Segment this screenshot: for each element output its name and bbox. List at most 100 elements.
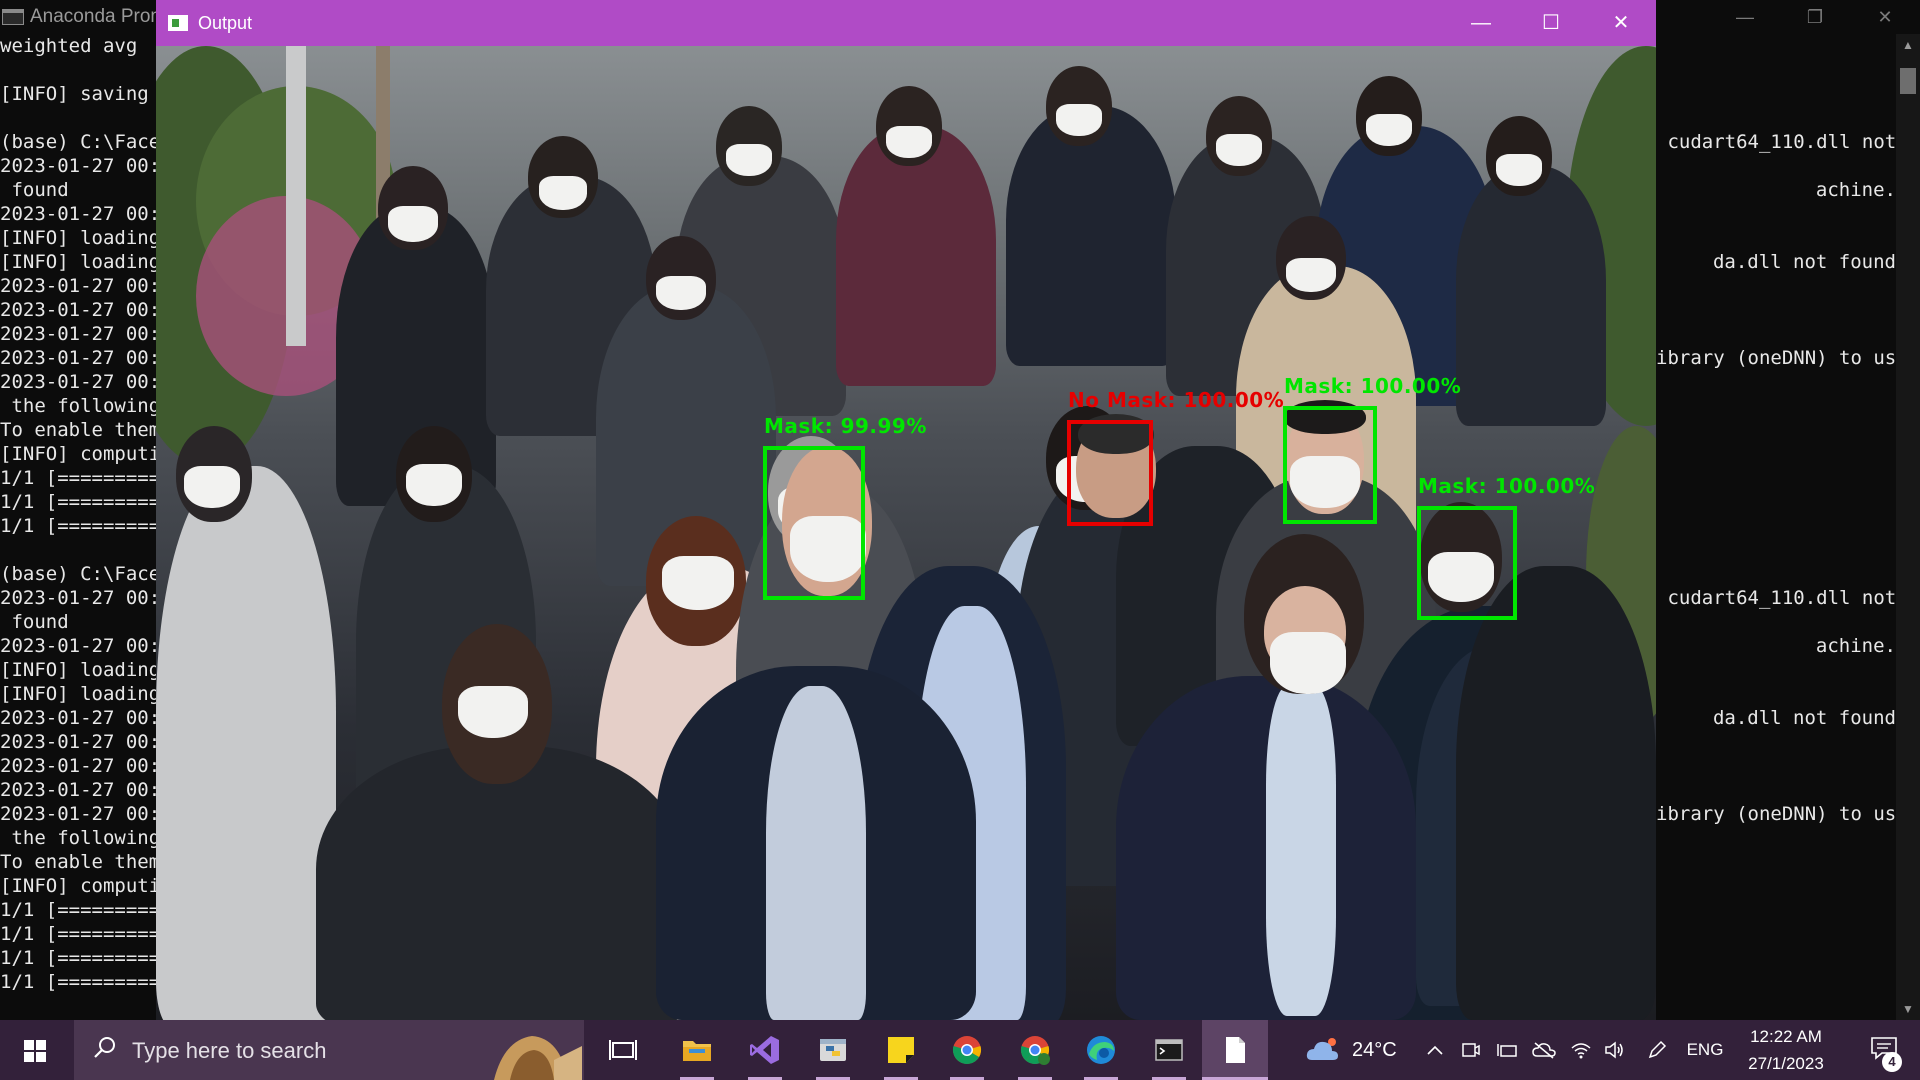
console-restore-button[interactable]: ❐ bbox=[1780, 0, 1850, 34]
output-title: Output bbox=[198, 13, 253, 33]
usb-device-icon bbox=[1497, 1044, 1517, 1057]
camera-icon bbox=[1462, 1043, 1480, 1057]
console-line: 2023-01-27 00: bbox=[0, 275, 156, 297]
folder-icon bbox=[683, 1041, 711, 1061]
detection-box-1 bbox=[763, 446, 865, 600]
console-line: 2023-01-27 00: bbox=[0, 299, 156, 321]
tray-meet-now-button[interactable] bbox=[1456, 1020, 1486, 1080]
taskbar-clock[interactable]: 12:22 AM 27/1/2023 bbox=[1730, 1020, 1842, 1080]
detection-label-4: Mask: 100.00% bbox=[1418, 474, 1596, 498]
tray-pen-button[interactable] bbox=[1642, 1020, 1672, 1080]
console-minimize-button[interactable]: — bbox=[1710, 0, 1780, 34]
console-line: [INFO] computi bbox=[0, 443, 156, 465]
sticky-notes-icon bbox=[888, 1037, 914, 1063]
console-line: 2023-01-27 00: bbox=[0, 755, 156, 777]
output-window[interactable]: Output — ☐ ✕ Mask: 99.99% No Mask: 100.0… bbox=[156, 0, 1656, 1020]
input-language-button[interactable]: ENG bbox=[1680, 1020, 1730, 1080]
taskbar-sticky-notes-button[interactable] bbox=[868, 1020, 934, 1080]
console-line: [INFO] loading bbox=[0, 227, 156, 249]
document-icon bbox=[1226, 1037, 1245, 1063]
console-line: ibrary (oneDNN) to use bbox=[1656, 347, 1896, 369]
taskbar-file-explorer-button[interactable] bbox=[664, 1020, 730, 1080]
tray-volume-button[interactable] bbox=[1600, 1020, 1630, 1080]
console-line: 2023-01-27 00: bbox=[0, 779, 156, 801]
console-line: [INFO] loading bbox=[0, 683, 156, 705]
console-line: (base) C:\Face bbox=[0, 131, 156, 153]
console-line: 1/1 [========= bbox=[0, 491, 156, 513]
chrome-icon bbox=[1020, 1036, 1050, 1065]
console-line: found bbox=[0, 179, 69, 201]
output-titlebar[interactable]: Output — ☐ ✕ bbox=[156, 0, 1656, 46]
console-line: 2023-01-27 00: bbox=[0, 707, 156, 729]
weather-temperature: 24°C bbox=[1352, 1039, 1397, 1061]
console-line: [INFO] computi bbox=[0, 875, 156, 897]
tray-device-button[interactable] bbox=[1492, 1020, 1522, 1080]
console-scrollbar-thumb[interactable] bbox=[1900, 68, 1916, 94]
output-app-icon bbox=[168, 15, 188, 31]
show-hidden-icons-button[interactable] bbox=[1420, 1020, 1450, 1080]
taskbar-chrome-button[interactable] bbox=[934, 1020, 1000, 1080]
console-line: cudart64_110.dll not bbox=[1656, 131, 1896, 153]
taskbar-edge-button[interactable] bbox=[1068, 1020, 1134, 1080]
start-button[interactable] bbox=[0, 1020, 72, 1080]
tray-wifi-button[interactable] bbox=[1566, 1020, 1596, 1080]
clock-time: 12:22 AM bbox=[1750, 1027, 1822, 1046]
weather-widget[interactable]: 24°C bbox=[1300, 1020, 1410, 1080]
detection-box-4 bbox=[1417, 506, 1517, 620]
search-highlight-illustration bbox=[484, 1020, 584, 1080]
detection-label-2: No Mask: 100.00% bbox=[1068, 388, 1285, 412]
python-icon bbox=[820, 1039, 846, 1061]
scroll-up-arrow-icon[interactable]: ▲ bbox=[1896, 34, 1920, 56]
console-line: ibrary (oneDNN) to use bbox=[1656, 803, 1896, 825]
clock-date: 27/1/2023 bbox=[1748, 1054, 1824, 1073]
taskbar-visual-studio-button[interactable] bbox=[732, 1020, 798, 1080]
chrome-icon bbox=[952, 1036, 982, 1064]
detection-image: Mask: 99.99% No Mask: 100.00% Mask: 100.… bbox=[156, 46, 1656, 1020]
edge-icon bbox=[1087, 1036, 1115, 1064]
console-line: 1/1 [========= bbox=[0, 923, 156, 945]
console-scrollbar[interactable]: ▲ ▼ bbox=[1896, 34, 1920, 1020]
action-center-button[interactable]: 4 bbox=[1848, 1020, 1920, 1080]
taskbar-python-button[interactable] bbox=[800, 1020, 866, 1080]
pen-icon bbox=[1648, 1040, 1667, 1059]
console-line: 2023-01-27 00: bbox=[0, 347, 156, 369]
windows-logo-icon bbox=[24, 1040, 46, 1062]
weather-cloud-icon bbox=[1306, 1038, 1338, 1060]
console-line: found bbox=[0, 611, 69, 633]
console-line: cudart64_110.dll not bbox=[1656, 587, 1896, 609]
console-line: [INFO] saving bbox=[0, 83, 149, 105]
scroll-down-arrow-icon[interactable]: ▼ bbox=[1896, 998, 1920, 1020]
speaker-icon bbox=[1605, 1041, 1623, 1059]
taskbar-search-box[interactable]: Type here to search bbox=[74, 1020, 584, 1080]
console-line: 2023-01-27 00: bbox=[0, 203, 156, 225]
output-maximize-button[interactable]: ☐ bbox=[1516, 0, 1586, 46]
console-line: 1/1 [========= bbox=[0, 515, 156, 537]
visual-studio-icon bbox=[750, 1036, 779, 1064]
output-minimize-button[interactable]: — bbox=[1446, 0, 1516, 46]
console-line: achine. bbox=[1815, 179, 1896, 201]
taskbar-chrome-profile-button[interactable] bbox=[1002, 1020, 1068, 1080]
console-output-left: weighted avg [INFO] saving (base) C:\Fac… bbox=[0, 34, 156, 1004]
console-line: the following bbox=[0, 395, 156, 417]
tray-onedrive-button[interactable] bbox=[1528, 1020, 1560, 1080]
output-close-button[interactable]: ✕ bbox=[1586, 0, 1656, 46]
console-line: 2023-01-27 00: bbox=[0, 587, 156, 609]
taskbar-terminal-button[interactable] bbox=[1136, 1020, 1202, 1080]
console-close-button[interactable]: ✕ bbox=[1850, 0, 1920, 34]
taskbar-task-view-button[interactable] bbox=[590, 1020, 656, 1080]
taskbar-output-window-button[interactable] bbox=[1202, 1020, 1268, 1080]
console-line: achine. bbox=[1815, 635, 1896, 657]
